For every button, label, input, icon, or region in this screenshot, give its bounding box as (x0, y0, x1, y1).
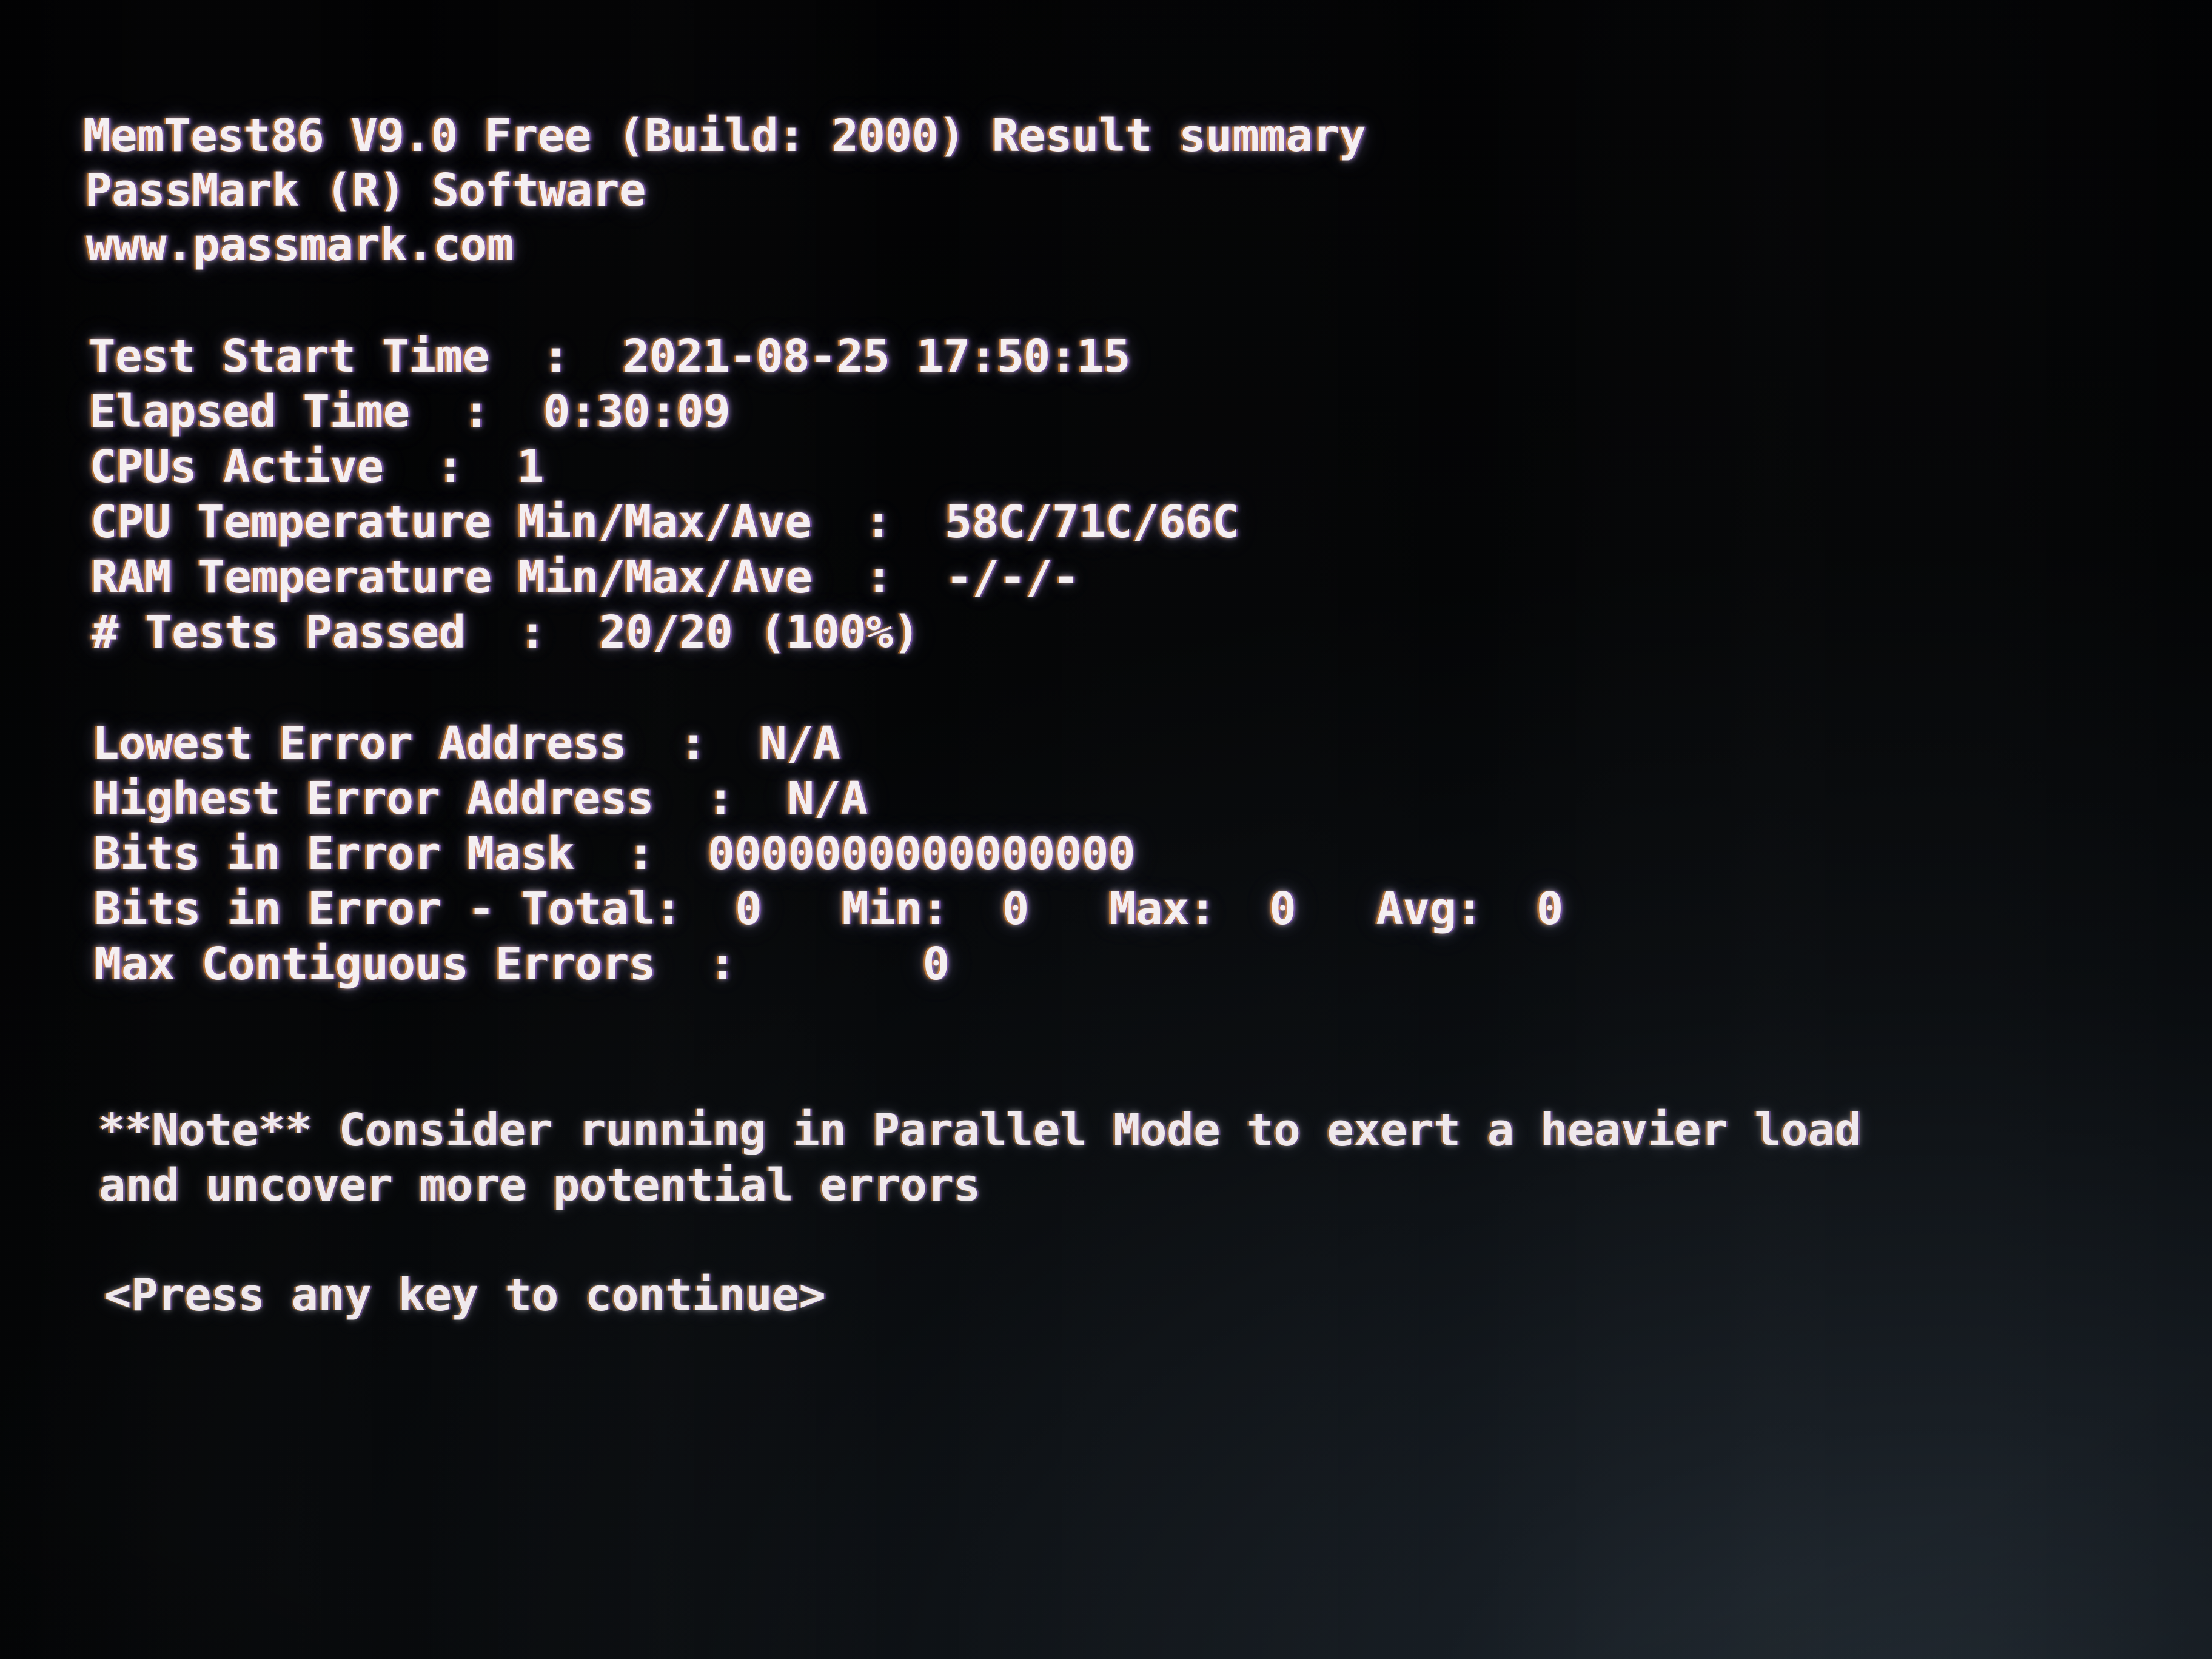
elapsed-time-row: Elapsed Time : 0:30:09 (89, 386, 731, 438)
lowest-error-address-row: Lowest Error Address : N/A (92, 717, 840, 769)
test-start-time-row: Test Start Time : 2021-08-25 17:50:15 (89, 330, 1131, 383)
note-line-2: and uncover more potential errors (99, 1159, 980, 1212)
ram-temperature-row: RAM Temperature Min/Max/Ave : -/-/- (91, 551, 1079, 603)
cpus-active-row: CPUs Active : 1 (90, 441, 544, 493)
app-title-line: MemTest86 V9.0 Free (Build: 2000) Result… (84, 110, 1366, 162)
memtest-console-output: MemTest86 V9.0 Free (Build: 2000) Result… (0, 0, 2212, 1659)
bits-in-error-total-row: Bits in Error - Total: 0 Min: 0 Max: 0 A… (94, 883, 1563, 935)
tests-passed-row: # Tests Passed : 20/20 (100%) (92, 606, 920, 659)
max-contiguous-errors-row: Max Contiguous Errors : 0 (95, 938, 950, 990)
crt-screen: MemTest86 V9.0 Free (Build: 2000) Result… (0, 0, 2212, 1659)
note-line-1: **Note** Consider running in Parallel Mo… (98, 1104, 1862, 1156)
bits-in-error-mask-row: Bits in Error Mask : 0000000000000000 (93, 828, 1136, 880)
press-any-key-prompt[interactable]: <Press any key to continue> (104, 1267, 826, 1323)
cpu-temperature-row: CPU Temperature Min/Max/Ave : 58C/71C/66… (90, 496, 1239, 548)
highest-error-address-row: Highest Error Address : N/A (93, 773, 868, 825)
website-line: www.passmark.com (86, 219, 514, 271)
vendor-line: PassMark (R) Software (85, 164, 646, 216)
